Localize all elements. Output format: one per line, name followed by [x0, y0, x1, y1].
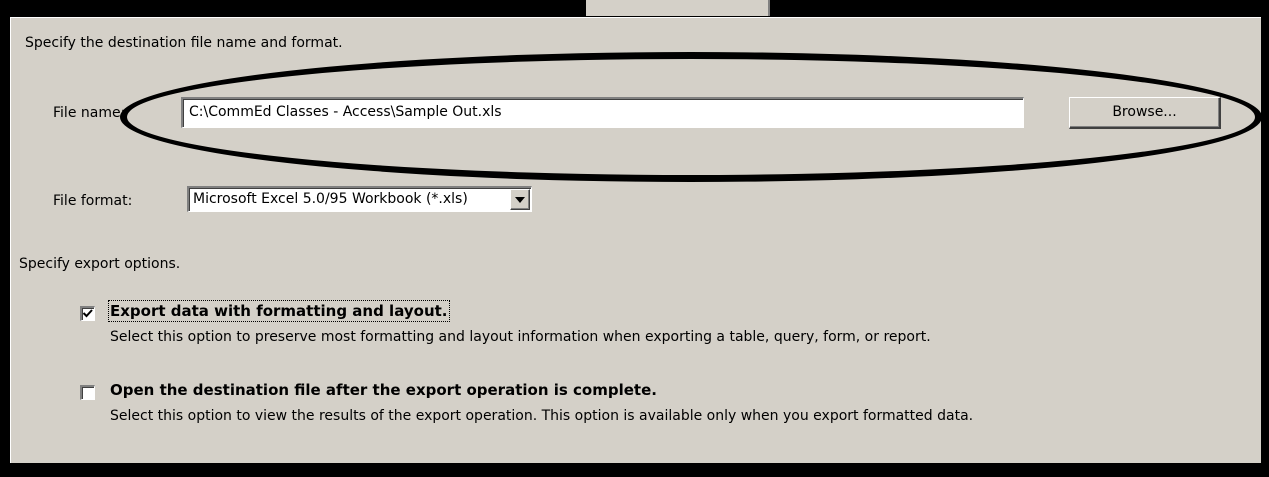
file-name-label: File name:: [53, 104, 125, 122]
dropdown-arrow-icon[interactable]: [510, 189, 530, 210]
export-formatting-label[interactable]: Export data with formatting and layout.: [108, 300, 450, 322]
export-formatting-checkbox[interactable]: [80, 306, 95, 321]
checkmark-icon: [82, 309, 93, 318]
file-format-label: File format:: [53, 193, 133, 209]
destination-heading: Specify the destination file name and fo…: [25, 35, 343, 51]
file-name-label-text: File name:: [53, 105, 126, 121]
options-heading: Specify export options.: [19, 256, 181, 272]
top-tab-edge: [586, 0, 770, 16]
open-destination-checkbox[interactable]: [80, 385, 95, 400]
browse-button[interactable]: Browse...: [1069, 97, 1221, 129]
file-format-value: Microsoft Excel 5.0/95 Workbook (*.xls): [193, 191, 468, 207]
open-destination-description: Select this option to view the results o…: [110, 408, 974, 424]
file-format-select[interactable]: Microsoft Excel 5.0/95 Workbook (*.xls): [187, 186, 532, 212]
export-dialog-panel: Specify the destination file name and fo…: [10, 17, 1261, 470]
export-formatting-description: Select this option to preserve most form…: [110, 329, 931, 345]
file-name-value: C:\CommEd Classes - Access\Sample Out.xl…: [189, 104, 502, 120]
open-destination-label[interactable]: Open the destination file after the expo…: [110, 381, 657, 399]
bottom-frame: [0, 463, 1269, 477]
file-name-input[interactable]: C:\CommEd Classes - Access\Sample Out.xl…: [181, 97, 1024, 128]
